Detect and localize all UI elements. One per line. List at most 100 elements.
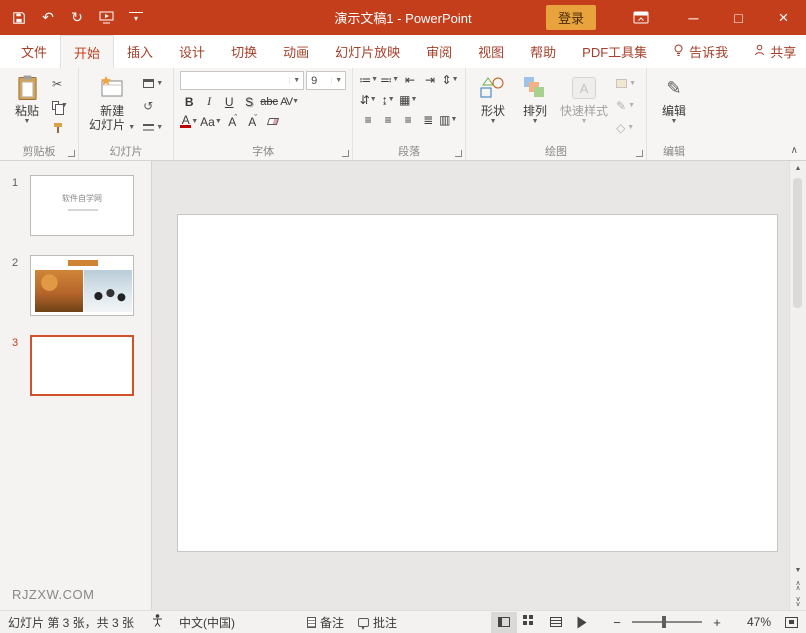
quick-styles-button[interactable]: A 快速样式 ▼: [556, 71, 612, 127]
maximize-button[interactable]: □: [716, 0, 761, 35]
previous-slide-button[interactable]: ∧∧: [790, 578, 806, 594]
zoom-slider[interactable]: [632, 621, 702, 623]
bold-button[interactable]: B: [180, 93, 198, 110]
fit-to-window-icon[interactable]: [785, 617, 798, 628]
character-spacing-button[interactable]: AV▼: [280, 93, 298, 110]
slide-sorter-view-button[interactable]: [517, 612, 543, 633]
align-text-button[interactable]: ↨▼: [379, 91, 397, 108]
slide-2-thumbnail[interactable]: [30, 255, 134, 316]
close-button[interactable]: ×: [761, 0, 806, 35]
change-case-button[interactable]: Aa▼: [200, 113, 222, 130]
font-size-select[interactable]: 9▼: [306, 71, 346, 90]
numbering-button[interactable]: ≕▼: [380, 71, 399, 88]
editing-button[interactable]: ✎ 编辑 ▼: [653, 71, 695, 127]
slide-1-thumbnail[interactable]: 软件自学网: [30, 175, 134, 236]
quick-styles-dropdown-icon[interactable]: ▼: [581, 118, 588, 126]
format-painter-button[interactable]: [50, 119, 70, 136]
sign-in-button[interactable]: 登录: [546, 5, 596, 30]
editing-dropdown-icon[interactable]: ▼: [671, 118, 678, 126]
font-name-select[interactable]: ▼: [180, 71, 304, 90]
line-spacing-button[interactable]: ⇕▼: [441, 71, 459, 88]
paragraph-dialog-launcher[interactable]: [455, 150, 462, 157]
align-left-button[interactable]: ≡: [359, 111, 377, 128]
tab-home[interactable]: 开始: [60, 35, 114, 68]
tab-transitions[interactable]: 切换: [218, 35, 270, 68]
shapes-button[interactable]: 形状 ▼: [472, 71, 514, 127]
slideshow-view-button[interactable]: [569, 612, 595, 633]
tab-animations[interactable]: 动画: [270, 35, 322, 68]
collapse-ribbon-icon[interactable]: ∧: [791, 145, 798, 156]
justify-button[interactable]: ≣: [419, 111, 437, 128]
redo-icon[interactable]: ↻: [70, 9, 84, 26]
chevron-down-icon[interactable]: ▼: [331, 77, 345, 84]
slide-3-thumbnail-selected[interactable]: [30, 335, 134, 396]
arrange-button[interactable]: 排列 ▼: [514, 71, 556, 127]
shape-outline-button[interactable]: ✎▼: [614, 97, 638, 114]
language-status[interactable]: 中文(中国): [179, 614, 235, 631]
accessibility-icon[interactable]: [152, 614, 163, 630]
font-dialog-launcher[interactable]: [342, 150, 349, 157]
text-shadow-button[interactable]: S: [240, 93, 258, 110]
bullets-button[interactable]: ≔▼: [359, 71, 378, 88]
ribbon-display-options-icon[interactable]: [618, 0, 663, 35]
share-button[interactable]: 共享: [741, 35, 806, 68]
increase-font-size-button[interactable]: Aˆ: [224, 113, 242, 130]
shape-effects-button[interactable]: ◇▼: [614, 119, 638, 136]
slide-number-status[interactable]: 幻灯片 第 3 张，共 3 张: [8, 614, 134, 631]
editing-canvas[interactable]: ▲ ▼ ∧∧ ∨∨: [152, 161, 806, 610]
tab-slideshow[interactable]: 幻灯片放映: [322, 35, 413, 68]
undo-icon[interactable]: ↶: [41, 9, 55, 26]
clipboard-dialog-launcher[interactable]: [68, 150, 75, 157]
paste-button[interactable]: 粘贴 ▼: [6, 71, 48, 127]
italic-button[interactable]: I: [200, 93, 218, 110]
minimize-button[interactable]: ─: [671, 0, 716, 35]
zoom-level[interactable]: 47%: [741, 615, 771, 629]
paste-dropdown-icon[interactable]: ▼: [24, 118, 31, 126]
scroll-down-icon[interactable]: ▼: [790, 563, 806, 578]
section-button[interactable]: ▼: [141, 119, 165, 136]
decrease-font-size-button[interactable]: Aˇ: [244, 113, 262, 130]
new-slide-dropdown-icon[interactable]: ▼: [128, 124, 135, 131]
tab-design[interactable]: 设计: [166, 35, 218, 68]
tab-insert[interactable]: 插入: [114, 35, 166, 68]
increase-indent-button[interactable]: ⇥: [421, 71, 439, 88]
save-icon[interactable]: [12, 11, 26, 25]
reset-slide-button[interactable]: ↺: [141, 97, 165, 114]
shape-fill-button[interactable]: ▼: [614, 75, 638, 92]
slide-layout-button[interactable]: ▼: [141, 75, 165, 92]
start-slideshow-icon[interactable]: [99, 11, 114, 24]
chevron-down-icon[interactable]: ▼: [289, 77, 303, 84]
vertical-scrollbar[interactable]: ▲ ▼ ∧∧ ∨∨: [789, 161, 806, 610]
zoom-out-button[interactable]: −: [609, 615, 625, 630]
notes-button[interactable]: 备注: [307, 614, 344, 631]
arrange-dropdown-icon[interactable]: ▼: [532, 118, 539, 126]
underline-button[interactable]: U: [220, 93, 238, 110]
tab-pdf-tools[interactable]: PDF工具集: [569, 35, 660, 68]
tab-review[interactable]: 审阅: [413, 35, 465, 68]
slide-canvas[interactable]: [177, 214, 778, 552]
decrease-indent-button[interactable]: ⇤: [401, 71, 419, 88]
zoom-slider-thumb[interactable]: [662, 616, 666, 628]
scroll-up-icon[interactable]: ▲: [790, 161, 806, 176]
scrollbar-track[interactable]: [790, 176, 806, 563]
tell-me-box[interactable]: 告诉我: [660, 35, 741, 68]
drawing-dialog-launcher[interactable]: [636, 150, 643, 157]
scrollbar-thumb[interactable]: [793, 178, 802, 308]
copy-button[interactable]: ▼: [50, 97, 70, 114]
tab-help[interactable]: 帮助: [517, 35, 569, 68]
columns-button[interactable]: ▥▼: [439, 111, 457, 128]
comments-button[interactable]: 批注: [358, 614, 397, 631]
cut-button[interactable]: ✂: [50, 75, 70, 92]
zoom-in-button[interactable]: +: [709, 615, 725, 630]
reading-view-button[interactable]: [543, 612, 569, 633]
align-center-button[interactable]: ≡: [379, 111, 397, 128]
convert-to-smartart-button[interactable]: ▦▼: [399, 91, 417, 108]
shapes-dropdown-icon[interactable]: ▼: [490, 118, 497, 126]
align-right-button[interactable]: ≡: [399, 111, 417, 128]
text-direction-button[interactable]: ⇵▼: [359, 91, 377, 108]
customize-quick-access-icon[interactable]: ▾: [129, 12, 143, 23]
strikethrough-button[interactable]: abc: [260, 93, 278, 110]
new-slide-button[interactable]: 新建 幻灯片 ▼: [85, 71, 139, 133]
tab-view[interactable]: 视图: [465, 35, 517, 68]
clear-formatting-button[interactable]: [264, 113, 282, 130]
